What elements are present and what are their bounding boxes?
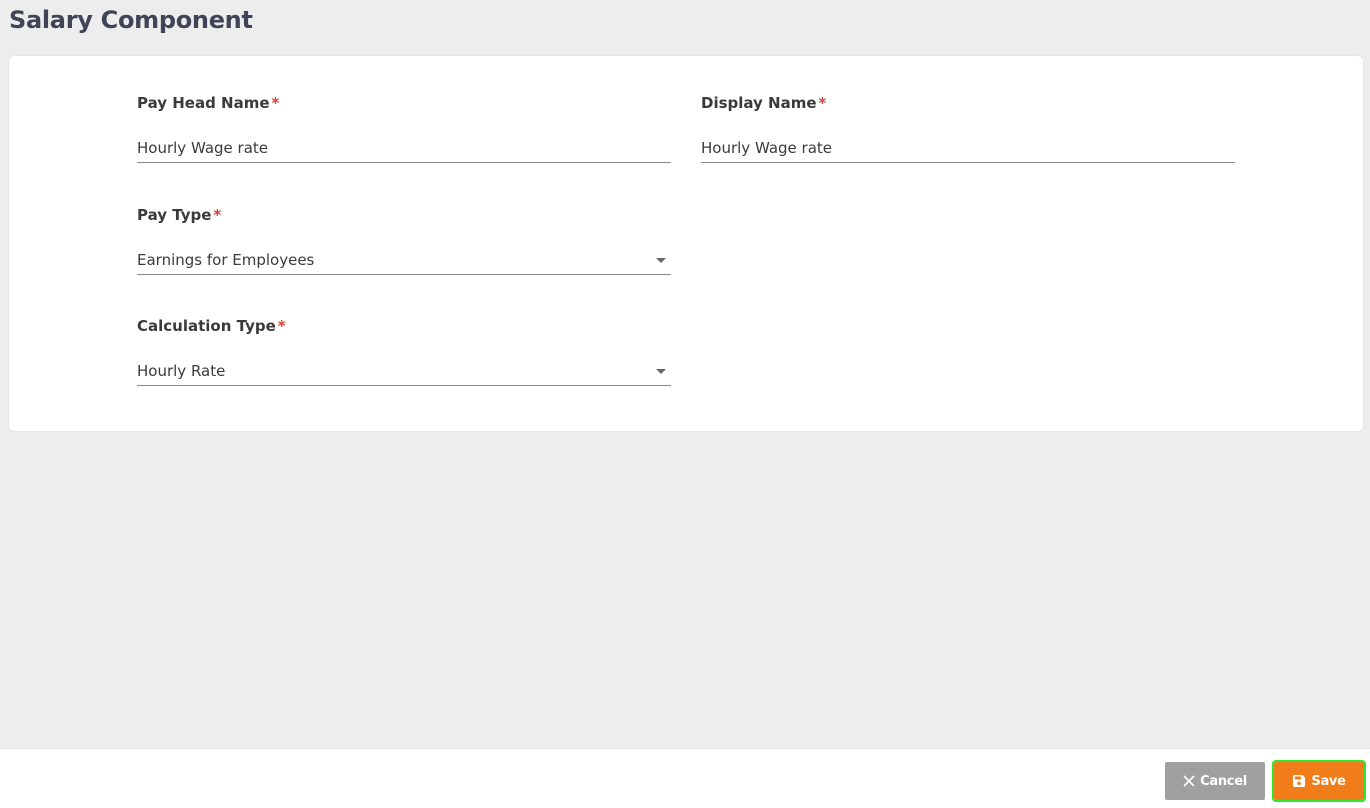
page-title: Salary Component (9, 6, 253, 34)
calculation-type-field: Calculation Type * Hourly Rate (137, 316, 671, 386)
save-button-label: Save (1311, 773, 1346, 789)
pay-head-name-label: Pay Head Name * (137, 94, 280, 112)
pay-type-select[interactable]: Earnings for Employees (137, 250, 671, 275)
chevron-down-icon[interactable] (656, 258, 666, 263)
cancel-button-label: Cancel (1200, 773, 1247, 789)
pay-type-field: Pay Type * Earnings for Employees (137, 205, 671, 275)
required-marker: * (271, 94, 280, 112)
form-footer: Cancel Save (0, 748, 1370, 808)
display-name-label: Display Name * (701, 94, 827, 112)
chevron-down-icon[interactable] (656, 369, 666, 374)
pay-type-label: Pay Type * (137, 206, 222, 224)
pay-head-name-field: Pay Head Name * Hourly Wage rate (137, 93, 671, 163)
save-button[interactable]: Save (1272, 760, 1366, 802)
calculation-type-select[interactable]: Hourly Rate (137, 361, 671, 386)
display-name-input[interactable]: Hourly Wage rate (701, 138, 1235, 163)
calculation-type-selected-value: Hourly Rate (137, 362, 226, 380)
calculation-type-label: Calculation Type * (137, 317, 286, 335)
close-icon (1183, 775, 1195, 787)
required-marker: * (277, 317, 286, 335)
pay-head-name-input[interactable]: Hourly Wage rate (137, 138, 671, 163)
display-name-field: Display Name * Hourly Wage rate (701, 93, 1235, 163)
pay-head-name-value: Hourly Wage rate (137, 139, 268, 157)
floppy-disk-icon (1292, 774, 1306, 788)
required-marker: * (818, 94, 827, 112)
salary-component-form-card: Pay Head Name * Hourly Wage rate Display … (9, 56, 1363, 431)
required-marker: * (213, 206, 222, 224)
pay-type-selected-value: Earnings for Employees (137, 251, 315, 269)
cancel-button[interactable]: Cancel (1165, 762, 1265, 800)
display-name-value: Hourly Wage rate (701, 139, 832, 157)
